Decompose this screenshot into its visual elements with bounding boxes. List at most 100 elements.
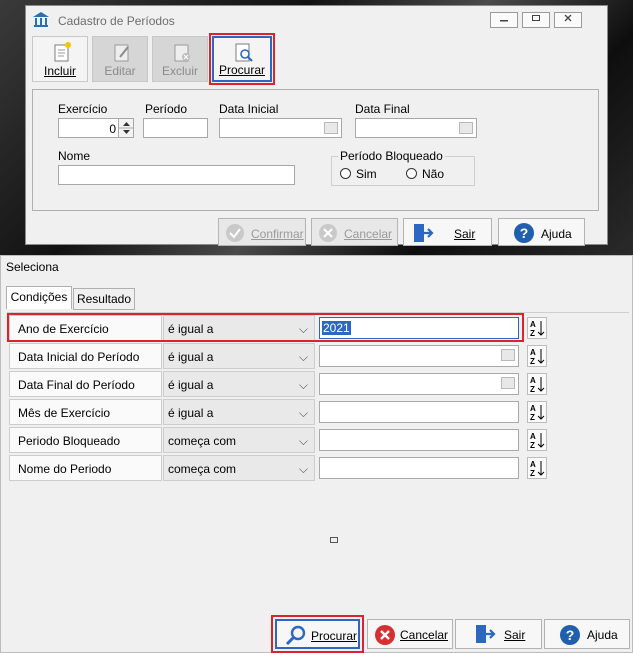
magnifier-icon bbox=[285, 625, 306, 645]
svg-text:A: A bbox=[530, 376, 536, 385]
nao-radio[interactable] bbox=[406, 168, 417, 179]
form-panel: Exercício 0 Período Data Inicial Data Fi… bbox=[32, 89, 599, 211]
condition-field-name: Periodo Bloqueado bbox=[9, 427, 162, 453]
procurar-button[interactable]: Procurar bbox=[275, 619, 360, 649]
condition-value-input[interactable] bbox=[319, 401, 519, 423]
condition-row: Nome do Periodo começa com ⌵ A Z bbox=[7, 455, 629, 483]
data-final-label: Data Final bbox=[355, 102, 410, 116]
exit-door-icon bbox=[414, 224, 434, 242]
condition-value-input[interactable] bbox=[319, 373, 519, 395]
cancelar-footer-button[interactable]: Cancelar bbox=[367, 619, 453, 649]
condition-operator-select[interactable]: é igual a ⌵ bbox=[163, 343, 315, 369]
calendar-icon[interactable] bbox=[501, 377, 515, 389]
condition-operator-select[interactable]: começa com ⌵ bbox=[163, 427, 315, 453]
minimize-icon bbox=[500, 20, 508, 22]
ajuda-button[interactable]: ? Ajuda bbox=[498, 218, 585, 246]
condition-value-input[interactable] bbox=[319, 345, 519, 367]
bank-icon bbox=[33, 12, 49, 27]
sort-az-button[interactable]: A Z bbox=[527, 345, 547, 367]
condition-field-name: Data Inicial do Período bbox=[9, 343, 162, 369]
svg-text:Z: Z bbox=[530, 441, 535, 450]
procurar-toolbar-button[interactable]: Procurar bbox=[209, 33, 275, 85]
sort-az-button[interactable]: A Z bbox=[527, 317, 547, 339]
check-icon bbox=[226, 224, 244, 242]
svg-text:Z: Z bbox=[530, 469, 535, 478]
sim-radio[interactable] bbox=[340, 168, 351, 179]
calendar-icon[interactable] bbox=[501, 349, 515, 361]
sort-az-icon: A Z bbox=[530, 320, 545, 338]
window-title: Cadastro de Períodos bbox=[58, 14, 175, 28]
sair-button[interactable]: Sair bbox=[403, 218, 492, 246]
ajuda-footer-button[interactable]: ? Ajuda bbox=[544, 619, 630, 649]
chevron-down-icon: ⌵ bbox=[298, 434, 308, 448]
svg-text:Z: Z bbox=[530, 357, 535, 366]
sim-label: Sim bbox=[356, 167, 377, 181]
operator-value: é igual a bbox=[168, 378, 214, 392]
chevron-down-icon: ⌵ bbox=[298, 406, 308, 420]
svg-text:?: ? bbox=[520, 225, 529, 241]
nome-input[interactable] bbox=[58, 165, 295, 185]
exit-door-icon bbox=[476, 625, 496, 643]
procurar-footer-label: Procurar bbox=[311, 629, 358, 643]
procurar-label: Procurar bbox=[218, 63, 265, 77]
calendar-icon[interactable] bbox=[459, 122, 473, 134]
data-inicial-label: Data Inicial bbox=[219, 102, 279, 116]
cancel-icon bbox=[375, 625, 395, 645]
condition-row: Mês de Exercício é igual a ⌵ A Z bbox=[7, 399, 629, 427]
sort-az-button[interactable]: A Z bbox=[527, 429, 547, 451]
editar-button[interactable]: Editar bbox=[92, 36, 148, 82]
sort-az-button[interactable]: A Z bbox=[527, 457, 547, 479]
condition-row: Periodo Bloqueado começa com ⌵ A Z bbox=[7, 427, 629, 455]
close-icon bbox=[564, 14, 572, 22]
condition-operator-select[interactable]: é igual a ⌵ bbox=[163, 371, 315, 397]
periodo-label: Período bbox=[145, 102, 188, 116]
svg-text:?: ? bbox=[566, 627, 575, 643]
incluir-button[interactable]: Incluir bbox=[32, 36, 88, 82]
condition-field-name: Data Final do Período bbox=[9, 371, 162, 397]
excluir-label: Excluir bbox=[161, 64, 198, 78]
condition-operator-select[interactable]: começa com ⌵ bbox=[163, 455, 315, 481]
cancel-icon bbox=[319, 224, 337, 242]
chevron-down-icon: ⌵ bbox=[298, 378, 308, 392]
svg-text:A: A bbox=[530, 348, 536, 357]
svg-text:A: A bbox=[530, 460, 536, 469]
sort-az-button[interactable]: A Z bbox=[527, 373, 547, 395]
sort-az-button[interactable]: A Z bbox=[527, 401, 547, 423]
close-button[interactable] bbox=[554, 12, 582, 28]
minimize-button[interactable] bbox=[490, 12, 518, 28]
restore-button[interactable] bbox=[522, 12, 550, 28]
restore-icon bbox=[532, 15, 540, 21]
ajuda-label: Ajuda bbox=[541, 227, 572, 241]
svg-text:Z: Z bbox=[530, 413, 535, 422]
confirmar-label: Confirmar bbox=[251, 227, 304, 241]
condition-value-input[interactable] bbox=[319, 457, 519, 479]
data-inicial-input[interactable] bbox=[219, 118, 342, 138]
calendar-icon[interactable] bbox=[324, 122, 338, 134]
chevron-down-icon: ⌵ bbox=[298, 462, 308, 476]
exercicio-stepper[interactable]: 0 bbox=[58, 118, 134, 138]
operator-value: começa com bbox=[168, 434, 237, 448]
excluir-button[interactable]: Excluir bbox=[152, 36, 208, 82]
cancelar-button[interactable]: Cancelar bbox=[311, 218, 398, 246]
sort-az-icon: A Z bbox=[530, 460, 545, 478]
operator-value: é igual a bbox=[168, 406, 214, 420]
sort-az-icon: A Z bbox=[530, 376, 545, 394]
nome-label: Nome bbox=[58, 149, 91, 163]
data-final-input[interactable] bbox=[355, 118, 477, 138]
ajuda-footer-label: Ajuda bbox=[587, 628, 618, 642]
operator-value: é igual a bbox=[168, 350, 214, 364]
cancelar-label: Cancelar bbox=[344, 227, 393, 241]
delete-document-icon bbox=[174, 44, 190, 62]
svg-text:A: A bbox=[530, 404, 536, 413]
sair-footer-button[interactable]: Sair bbox=[455, 619, 542, 649]
condition-value-input[interactable] bbox=[319, 429, 519, 451]
periodo-input[interactable] bbox=[143, 118, 208, 138]
condition-operator-select[interactable]: é igual a ⌵ bbox=[163, 399, 315, 425]
sair-footer-label: Sair bbox=[504, 628, 526, 642]
tab-resultado[interactable]: Resultado bbox=[73, 288, 135, 310]
exercicio-label: Exercício bbox=[58, 102, 108, 116]
bloqueado-group: Período Bloqueado Sim Não bbox=[331, 149, 475, 186]
spin-buttons[interactable] bbox=[118, 119, 134, 137]
tab-condicoes[interactable]: Condições bbox=[6, 286, 72, 309]
confirmar-button[interactable]: Confirmar bbox=[218, 218, 306, 246]
